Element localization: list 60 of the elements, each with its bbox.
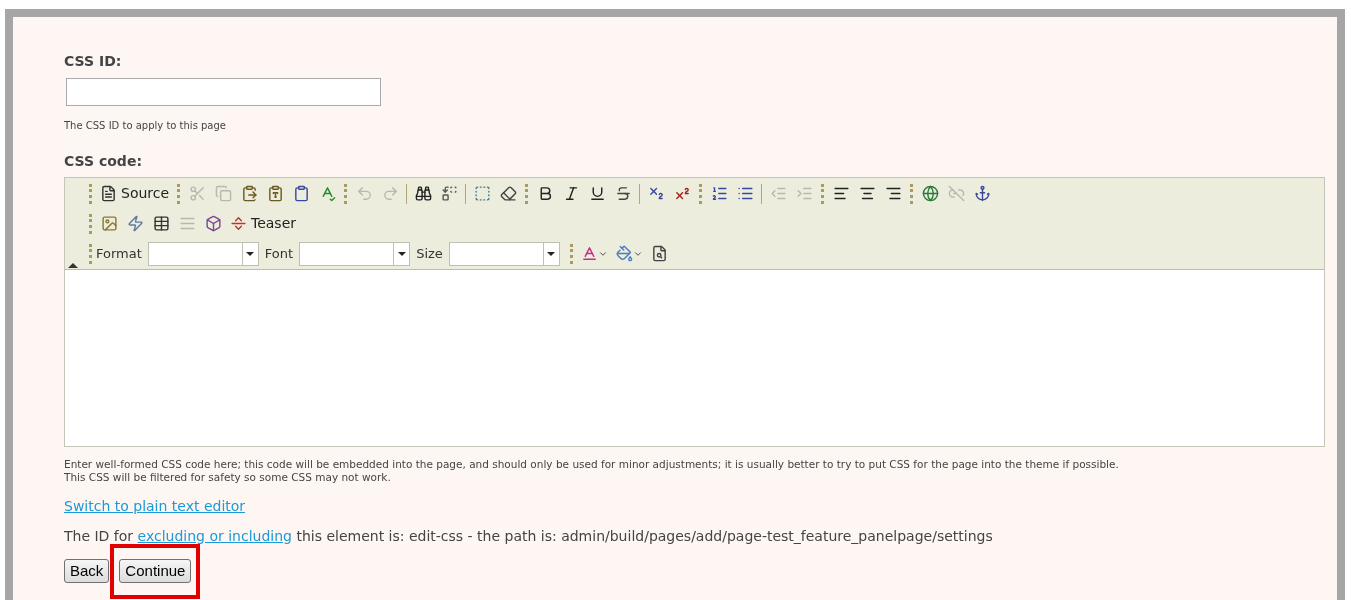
- select-all-icon: [473, 185, 491, 202]
- dropdown-arrow-icon: [397, 251, 406, 256]
- table-icon: [152, 215, 170, 232]
- toolbar-grip: [821, 183, 825, 204]
- text-color-icon: [580, 245, 598, 262]
- horizontal-lines-icon: [178, 215, 196, 232]
- dropdown-arrow-icon: [246, 251, 255, 256]
- image-icon: [100, 215, 118, 232]
- dropdown-arrow-icon: [547, 251, 556, 256]
- bolt-icon: [126, 215, 144, 232]
- combo-label: Size: [416, 244, 443, 263]
- align-right-icon: [884, 185, 902, 202]
- field-label: CSS ID:: [64, 52, 123, 71]
- paint-bucket-icon: [615, 245, 633, 262]
- paste-icon: [240, 185, 258, 202]
- toolbar-grip: [910, 183, 914, 204]
- toolbar-grip: [177, 183, 181, 204]
- bullet-list-icon: [736, 185, 754, 202]
- field-label: CSS code:: [64, 152, 143, 171]
- help-text: This CSS will be filtered for safety so some CSS may not work.: [64, 471, 392, 484]
- form-button[interactable]: Continue: [119, 559, 192, 583]
- anchor-icon: [973, 185, 991, 202]
- toolbar-grip: [699, 183, 703, 204]
- preview-icon: [651, 245, 669, 262]
- toolbar-button[interactable]: Source: [96, 181, 174, 206]
- eraser-icon: [499, 185, 517, 202]
- toolbar-grip: [344, 183, 348, 204]
- unlink-icon: [947, 185, 965, 202]
- box-icon: [204, 215, 222, 232]
- toolbar-grip: [89, 213, 92, 234]
- undo-icon: [355, 185, 373, 202]
- help-text: The CSS ID to apply to this page: [64, 119, 227, 133]
- align-left-icon: [832, 185, 850, 202]
- id-info-text: The ID for excluding or including this element is: edit-css - the path is: admin/build/pages/add/page-test_feature_panelpage/settings: [64, 527, 994, 546]
- paste-text-icon: [266, 185, 284, 202]
- underline-icon: [588, 185, 606, 202]
- replace-icon: [440, 185, 458, 202]
- help-text: Enter well-formed CSS code here; this code will be embedded into the page, and should only be used for minor adjustments; it is usually better to try to put CSS for the page into the theme if possible.: [64, 458, 1120, 471]
- redo-icon: [381, 185, 399, 202]
- toolbar-grip: [569, 243, 573, 264]
- source-icon: [100, 185, 117, 202]
- strikethrough-icon: [614, 185, 632, 202]
- numbered-list-icon: [710, 185, 728, 202]
- form-button[interactable]: Back: [64, 559, 110, 583]
- toolbar-button[interactable]: Teaser: [226, 211, 301, 236]
- outdent-icon: [769, 185, 787, 202]
- input-field[interactable]: [66, 78, 381, 106]
- toolbar-grip: [89, 243, 92, 264]
- toolbar-grip: [525, 183, 529, 204]
- cut-icon: [188, 185, 206, 202]
- combo-label: Font: [264, 244, 294, 263]
- toolbar-grip: [89, 183, 92, 204]
- indent-icon: [795, 185, 813, 202]
- subscript-icon: [647, 185, 665, 202]
- superscript-icon: [673, 185, 691, 202]
- align-center-icon: [858, 185, 876, 202]
- combo-label: Format: [96, 244, 142, 263]
- copy-icon: [214, 185, 232, 202]
- page-break-icon: [230, 215, 247, 232]
- binoculars-icon: [414, 185, 432, 202]
